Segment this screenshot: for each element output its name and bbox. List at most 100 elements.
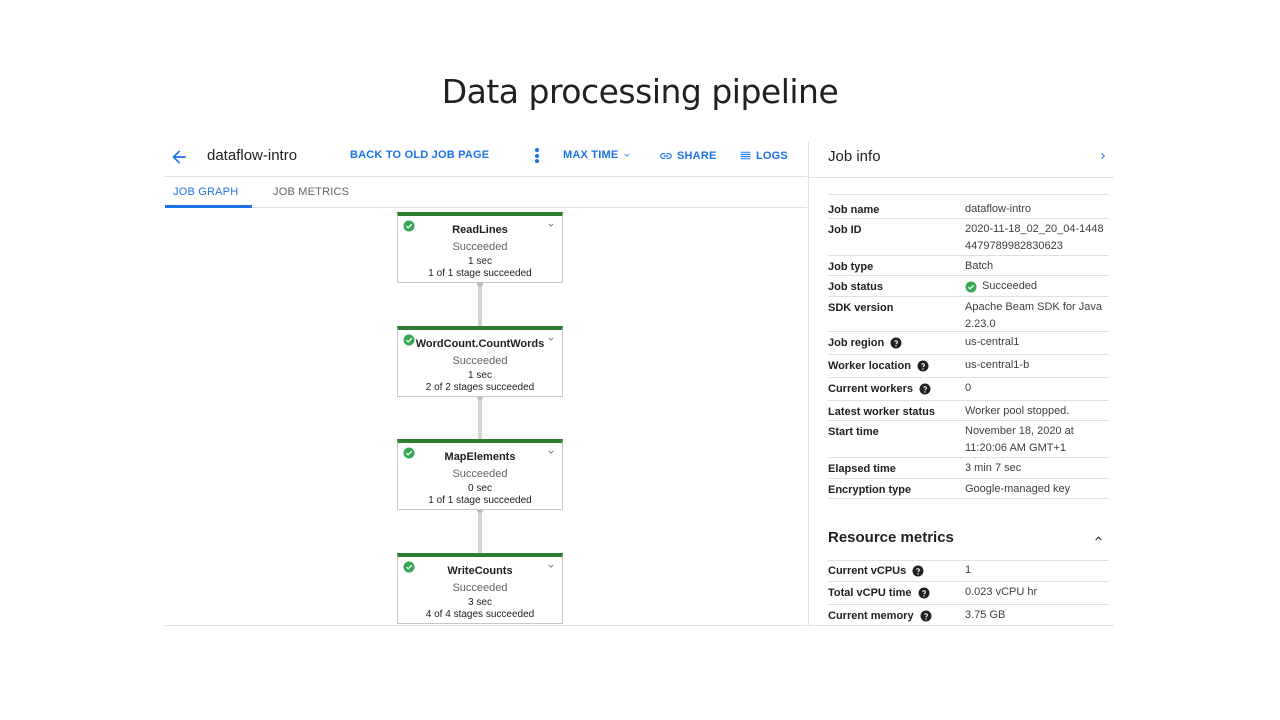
metric-row-total-vcpu-time: Total vCPU time 0.023 vCPU hr xyxy=(828,583,1109,605)
chevron-up-icon[interactable] xyxy=(1092,532,1105,545)
info-key: Job region xyxy=(828,337,902,349)
info-row-encryption-type: Encryption type Google-managed key xyxy=(828,480,1109,499)
link-icon xyxy=(660,153,672,159)
help-icon[interactable] xyxy=(917,360,929,372)
graph-edge xyxy=(477,507,483,553)
slide-title: Data processing pipeline xyxy=(441,72,839,111)
info-key: Start time xyxy=(828,426,879,438)
node-name: WriteCounts xyxy=(447,565,513,577)
node-time: 1 sec xyxy=(468,256,492,267)
node-stages: 1 of 1 stage succeeded xyxy=(428,495,532,506)
job-title: dataflow-intro xyxy=(207,147,298,164)
info-row-worker-location: Worker location us-central1-b xyxy=(828,356,1109,378)
check-circle-icon xyxy=(965,281,977,292)
info-key: Job type xyxy=(828,261,874,273)
info-row-job-type: Job type Batch xyxy=(828,257,1109,276)
help-icon[interactable] xyxy=(918,587,930,599)
divider xyxy=(809,177,1114,178)
active-tab-indicator xyxy=(165,205,252,208)
help-icon[interactable] xyxy=(919,383,931,395)
info-value: us-central1 xyxy=(965,336,1020,348)
node-time: 0 sec xyxy=(468,483,492,494)
logs-button[interactable]: LOGS xyxy=(739,149,788,162)
metric-key: Current memory xyxy=(828,610,932,622)
max-time-label: MAX TIME xyxy=(563,149,619,161)
metric-value: 3.75 GB xyxy=(965,609,1006,621)
chevron-down-icon xyxy=(624,153,630,157)
graph-edge xyxy=(477,394,483,439)
info-key: Elapsed time xyxy=(828,463,896,475)
metric-row-current-memory: Current memory 3.75 GB xyxy=(828,606,1109,625)
info-value: November 18, 2020 at 11:20:06 AM GMT+1 xyxy=(965,425,1074,454)
info-value: 0 xyxy=(965,382,972,394)
info-row-job-region: Job region us-central1 xyxy=(828,333,1109,355)
job-info-title: Job info xyxy=(828,148,881,165)
metric-key-label: Current memory xyxy=(828,610,914,622)
help-icon[interactable] xyxy=(920,610,932,622)
node-status: Succeeded xyxy=(452,355,508,367)
status-text: Succeeded xyxy=(982,280,1038,292)
info-row-current-workers: Current workers 0 xyxy=(828,379,1109,401)
info-row-sdk-version: SDK version Apache Beam SDK for Java 2.2… xyxy=(828,298,1109,332)
share-label: SHARE xyxy=(677,150,717,162)
graph-node-mapelements[interactable]: MapElements Succeeded 0 sec 1 of 1 stage… xyxy=(397,439,563,510)
info-value: Batch xyxy=(965,260,994,272)
info-key-label: Job region xyxy=(828,337,885,349)
resource-metrics-title: Resource metrics xyxy=(828,529,954,546)
node-time: 1 sec xyxy=(468,370,492,381)
info-row-job-id: Job ID 2020-11-18_02_20_04-1448447978998… xyxy=(828,220,1109,256)
graph-node-readlines[interactable]: ReadLines Succeeded 1 sec 1 of 1 stage s… xyxy=(397,212,563,283)
tab-bar: JOB GRAPH JOB METRICS xyxy=(165,178,807,208)
info-value: Google-managed key xyxy=(965,483,1071,495)
info-value: 2020-11-18_02_20_04-14484479789982830623 xyxy=(965,223,1104,252)
info-key-label: Current workers xyxy=(828,383,913,395)
chevron-right-icon[interactable] xyxy=(1097,150,1109,162)
node-name: ReadLines xyxy=(452,224,508,236)
graph-node-writecounts[interactable]: WriteCounts Succeeded 3 sec 4 of 4 stage… xyxy=(397,553,563,624)
info-key: Job name xyxy=(828,204,880,216)
job-graph-panel: dataflow-intro BACK TO OLD JOB PAGE MAX … xyxy=(165,142,807,626)
info-value: 3 min 7 sec xyxy=(965,462,1022,474)
metric-key: Current vCPUs xyxy=(828,565,924,577)
tab-job-graph[interactable]: JOB GRAPH xyxy=(173,186,238,198)
info-value: Worker pool stopped. xyxy=(965,405,1070,417)
info-key: Encryption type xyxy=(828,484,912,496)
help-icon[interactable] xyxy=(912,565,924,577)
logs-label: LOGS xyxy=(756,149,788,162)
share-button[interactable]: SHARE xyxy=(659,149,717,163)
info-row-elapsed-time: Elapsed time 3 min 7 sec xyxy=(828,459,1109,479)
node-status: Succeeded xyxy=(452,582,508,594)
pipeline-graph: ReadLines Succeeded 1 sec 1 of 1 stage s… xyxy=(165,209,807,625)
list-icon xyxy=(740,151,751,160)
info-key: Current workers xyxy=(828,383,931,395)
metric-key-label: Current vCPUs xyxy=(828,565,907,577)
info-row-start-time: Start time November 18, 2020 at 11:20:06… xyxy=(828,422,1109,458)
node-stages: 1 of 1 stage succeeded xyxy=(428,268,532,279)
node-status: Succeeded xyxy=(452,241,508,253)
info-key: Job ID xyxy=(828,224,862,236)
metric-key-label: Total vCPU time xyxy=(828,587,912,599)
graph-node-wordcount-countwords[interactable]: WordCount.CountWords Succeeded 1 sec 2 o… xyxy=(397,326,563,397)
job-status-value: Succeeded xyxy=(965,278,1109,295)
node-stages: 4 of 4 stages succeeded xyxy=(425,609,535,620)
more-vert-icon[interactable] xyxy=(531,147,543,165)
info-key: Worker location xyxy=(828,360,929,372)
help-icon[interactable] xyxy=(890,337,902,349)
tab-job-metrics[interactable]: JOB METRICS xyxy=(273,186,349,198)
info-key: Job status xyxy=(828,281,884,293)
info-row-latest-worker-status: Latest worker status Worker pool stopped… xyxy=(828,402,1109,421)
max-time-dropdown[interactable]: MAX TIME xyxy=(563,149,632,161)
arrow-left-icon[interactable] xyxy=(169,147,189,167)
metric-row-current-vcpus: Current vCPUs 1 xyxy=(828,560,1109,582)
node-stages: 2 of 2 stages succeeded xyxy=(425,382,535,393)
metric-key: Total vCPU time xyxy=(828,587,930,599)
info-key: SDK version xyxy=(828,302,894,314)
node-time: 3 sec xyxy=(468,597,492,608)
node-status: Succeeded xyxy=(452,468,508,480)
info-value: Apache Beam SDK for Java 2.23.0 xyxy=(965,301,1102,330)
node-name: MapElements xyxy=(444,451,516,463)
info-value: us-central1-b xyxy=(965,359,1030,371)
job-info-panel: Job info Job name dataflow-intro Job ID … xyxy=(808,142,1114,626)
back-to-old-job-page-link[interactable]: BACK TO OLD JOB PAGE xyxy=(350,149,489,161)
job-toolbar: dataflow-intro BACK TO OLD JOB PAGE MAX … xyxy=(165,142,807,177)
